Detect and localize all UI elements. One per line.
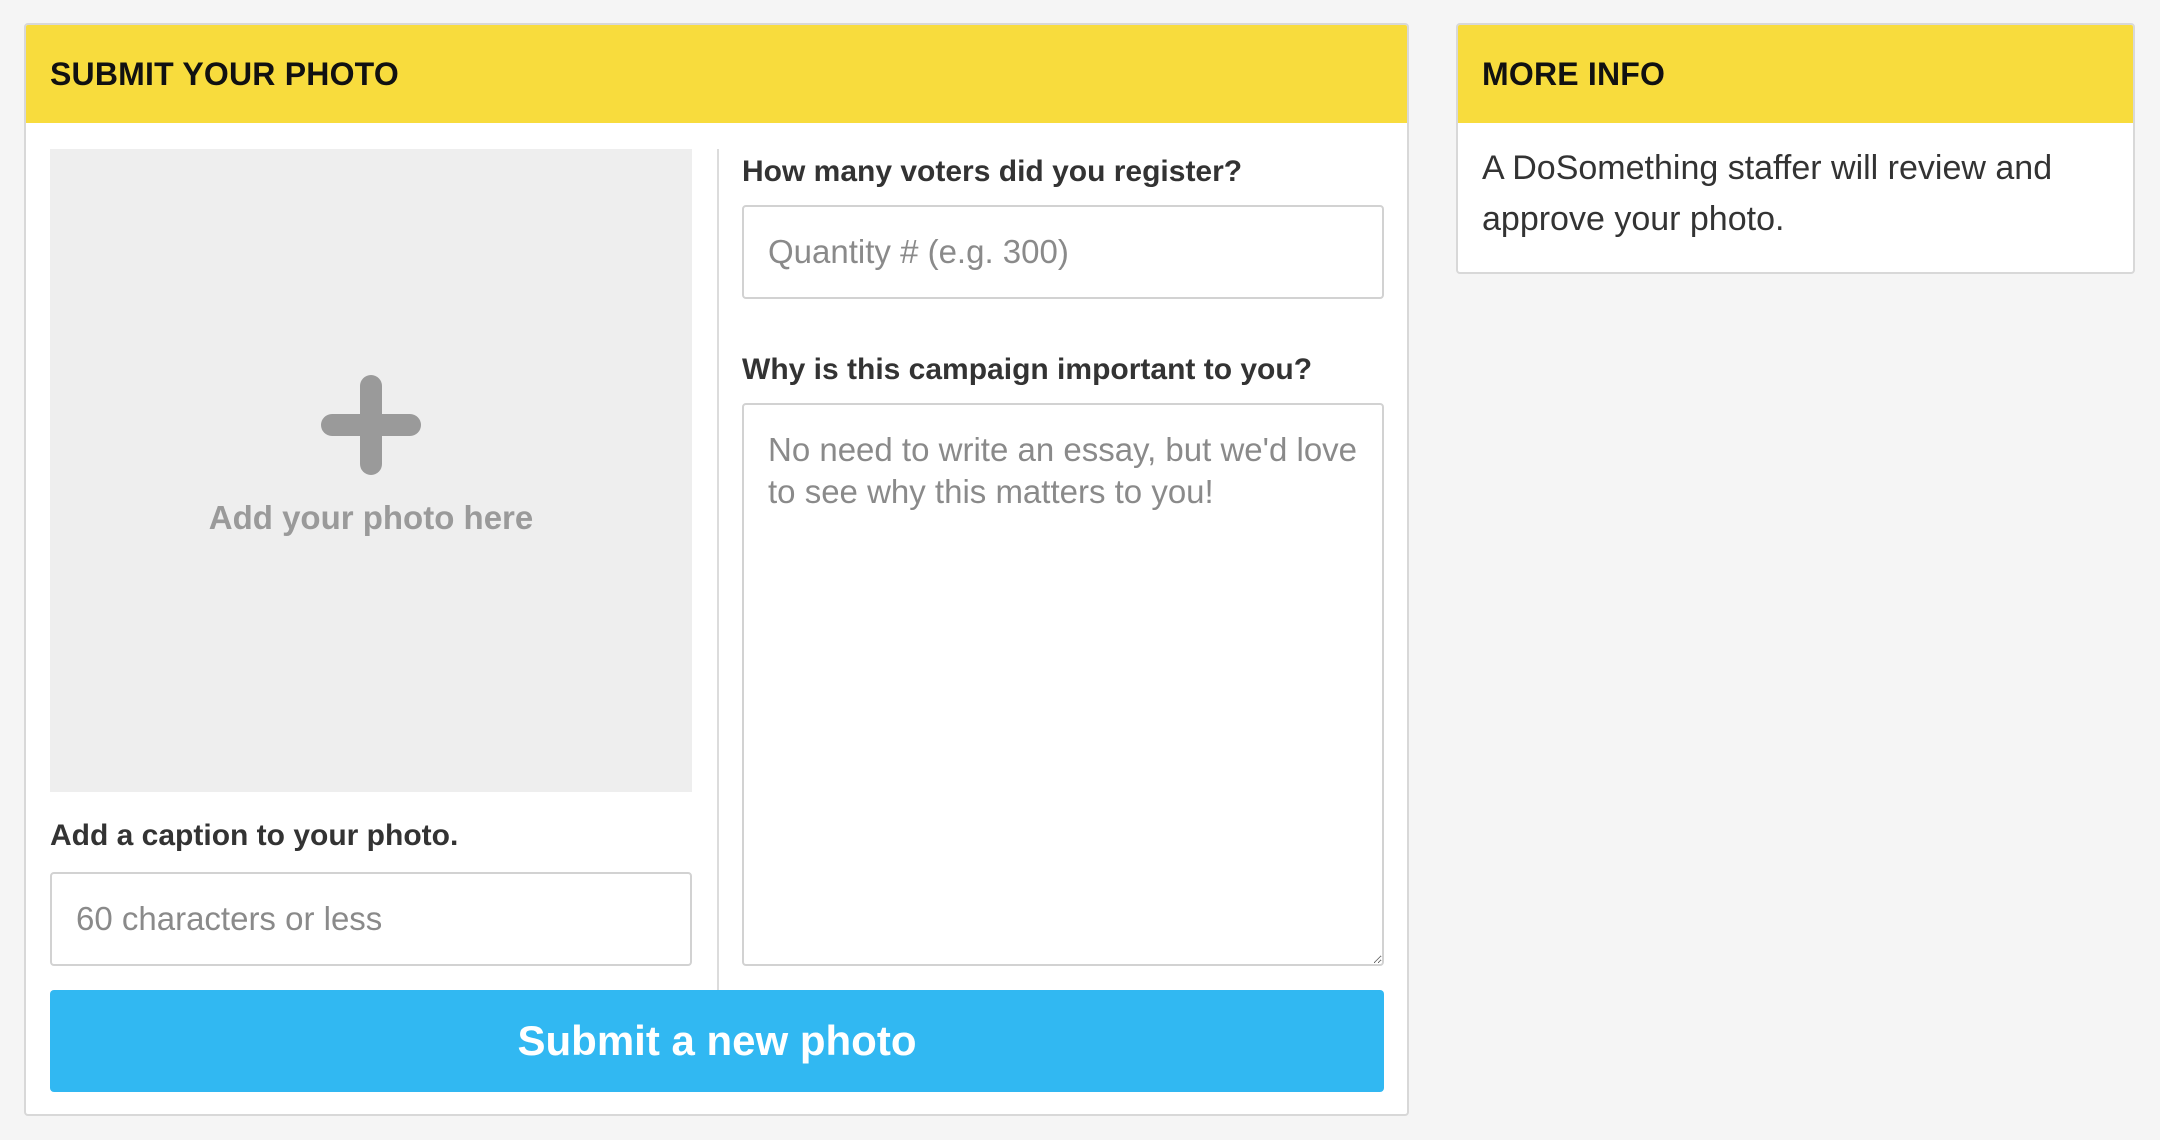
quantity-input[interactable] [742, 205, 1384, 299]
column-divider [717, 149, 719, 990]
caption-label: Add a caption to your photo. [50, 819, 459, 852]
photo-upload-label: Add your photo here [208, 498, 534, 536]
photo-upload-area[interactable]: Add your photo here [50, 149, 692, 792]
plus-icon [321, 374, 421, 475]
submit-photo-title: SUBMIT YOUR PHOTO [26, 25, 1407, 123]
more-info-title: MORE INFO [1458, 25, 2133, 123]
quantity-label: How many voters did you register? [742, 155, 1243, 188]
why-important-textarea[interactable] [742, 403, 1384, 966]
caption-input[interactable] [50, 872, 692, 966]
submit-photo-card: SUBMIT YOUR PHOTO Add your photo here Ad… [24, 23, 1409, 1116]
why-important-label: Why is this campaign important to you? [742, 353, 1313, 386]
more-info-text: A DoSomething staffer will review and ap… [1482, 149, 2053, 238]
more-info-card: MORE INFO A DoSomething staffer will rev… [1456, 23, 2135, 274]
submit-photo-button[interactable]: Submit a new photo [50, 990, 1384, 1092]
